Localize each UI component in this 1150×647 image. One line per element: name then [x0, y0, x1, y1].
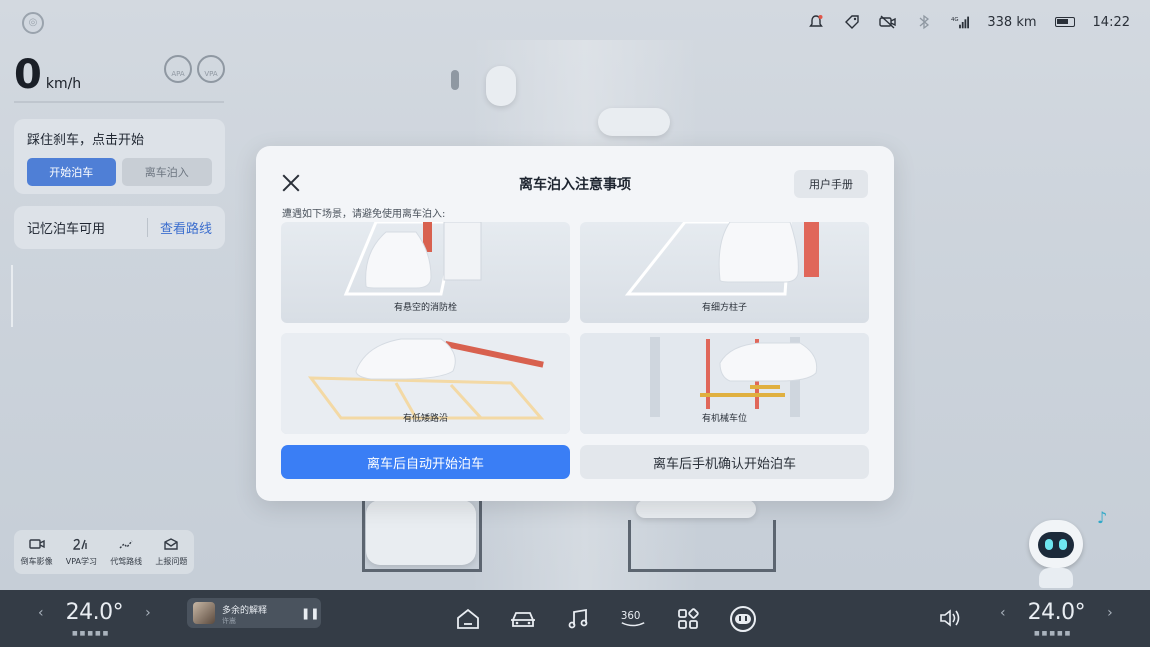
auto-park-after-exit-button[interactable]: 离车后自动开始泊车	[281, 445, 570, 479]
right-temp-level-dots: ■■■■■	[1034, 630, 1073, 637]
pause-icon[interactable]: ❚❚	[301, 607, 319, 620]
scenario-tile-mechanical: 有机械车位	[580, 333, 869, 434]
album-art	[193, 602, 215, 624]
song-title: 多余的解释	[222, 606, 268, 616]
dialog-subtitle: 遭遇如下场景，请避免使用离车泊入:	[282, 209, 446, 220]
scenario-grid: 有悬空的消防栓 有细方柱子 有低矮路沿 有机械车位	[281, 222, 869, 434]
phone-confirm-park-button[interactable]: 离车后手机确认开始泊车	[580, 445, 869, 479]
scenario-caption: 有悬空的消防栓	[393, 303, 457, 313]
scenario-caption: 有机械车位	[701, 414, 747, 424]
left-climate-control: ‹ 24.0° ›	[38, 600, 151, 625]
scenario-caption: 有细方柱子	[701, 303, 747, 313]
scenario-tile-pillar: 有细方柱子	[580, 222, 869, 323]
svg-text:360: 360	[621, 610, 641, 622]
scenario-caption: 有低矮路沿	[402, 414, 448, 424]
360-view-icon[interactable]: 360	[619, 605, 647, 633]
home-icon[interactable]	[454, 605, 482, 633]
right-climate-control: ‹ 24.0° ›	[1000, 600, 1113, 625]
music-icon[interactable]	[564, 605, 592, 633]
temp-increase-icon[interactable]: ›	[145, 605, 151, 621]
dialog-overlay: 离车泊入注意事项 用户手册 遭遇如下场景，请避免使用离车泊入: 有悬空的消防栓	[0, 0, 1150, 590]
left-temp-level-dots: ■■■■■	[72, 630, 111, 637]
song-artist: 许嵩	[222, 617, 236, 625]
temp-decrease-icon[interactable]: ‹	[1000, 605, 1006, 621]
media-player[interactable]: 多余的解释 许嵩 ❚❚	[187, 598, 321, 628]
user-manual-button[interactable]: 用户手册	[794, 170, 868, 198]
bottom-dock: ‹ 24.0° › ■■■■■ 多余的解释 许嵩 ❚❚ 360 ‹ 24.0° …	[0, 590, 1150, 647]
leave-car-parking-dialog: 离车泊入注意事项 用户手册 遭遇如下场景，请避免使用离车泊入: 有悬空的消防栓	[256, 146, 894, 501]
assistant-face-icon[interactable]	[729, 605, 757, 633]
scenario-tile-curb: 有低矮路沿	[281, 333, 570, 434]
car-icon[interactable]	[509, 605, 537, 633]
temp-decrease-icon[interactable]: ‹	[38, 605, 44, 621]
volume-icon[interactable]	[938, 608, 962, 632]
left-temperature: 24.0°	[65, 600, 124, 625]
apps-grid-icon[interactable]	[674, 605, 702, 633]
scenario-tile-hydrant: 有悬空的消防栓	[281, 222, 570, 323]
temp-increase-icon[interactable]: ›	[1107, 605, 1113, 621]
right-temperature: 24.0°	[1027, 600, 1086, 625]
